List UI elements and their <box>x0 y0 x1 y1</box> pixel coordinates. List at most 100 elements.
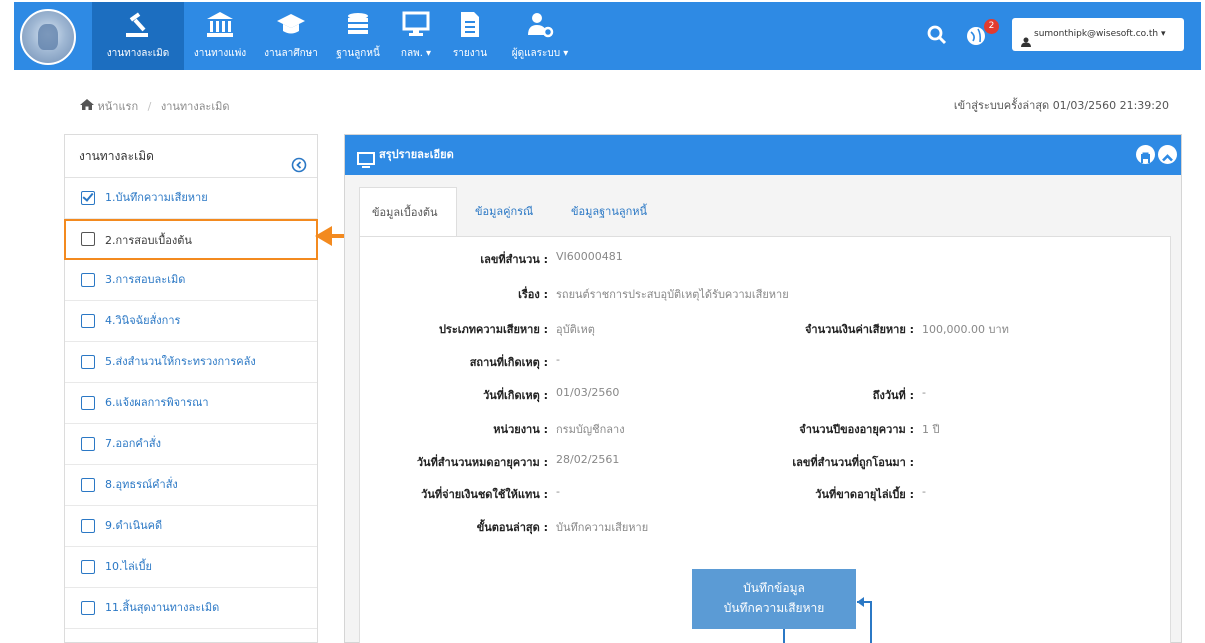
nav-label: ฐานลูกหนี้ <box>336 48 380 59</box>
nav-label: งานทางแพ่ง <box>193 48 247 59</box>
subject-value: รถยนต์ราชการประสบอุบัติเหตุได้รับความเสี… <box>556 288 789 301</box>
recourse-label: วันที่ขาดอายุไล่เบี้ย : <box>815 488 914 501</box>
place-label: สถานที่เกิดเหตุ : <box>469 356 548 369</box>
nav-item-study-leave[interactable]: งานลาศึกษา <box>258 2 324 70</box>
checkbox[interactable] <box>81 273 95 287</box>
collapse-up-icon[interactable] <box>1158 145 1177 164</box>
summary-panel-title: สรุปรายละเอียด <box>379 148 454 161</box>
user-email: sumonthipk@wisesoft.co.th ▾ <box>1034 29 1166 39</box>
years-value: 1 ปี <box>922 423 940 436</box>
tab-debtor-data[interactable]: ข้อมูลฐานลูกหนี้ <box>559 187 659 237</box>
expiry-value: 28/02/2561 <box>556 453 620 466</box>
sidebar-item-issue-order[interactable]: 7.ออกคำสั่ง <box>65 424 317 465</box>
sidebar-item-label: 8.อุทธรณ์คำสั่ง <box>105 478 178 491</box>
checkbox[interactable] <box>81 601 95 615</box>
tab-counterparty[interactable]: ข้อมูลคู่กรณี <box>463 187 545 237</box>
nav-label: งานลาศึกษา <box>264 48 318 59</box>
search-icon[interactable] <box>926 24 948 46</box>
flow-arrow <box>857 597 864 607</box>
checkbox-checked[interactable] <box>81 191 95 205</box>
nav-item-kolp-menu[interactable]: กลพ. ▾ <box>390 2 442 70</box>
sidebar-item-notify-result[interactable]: 6.แจ้งผลการพิจารณา <box>65 383 317 424</box>
sidebar-item-label: 2.การสอบเบื้องต้น <box>105 234 192 247</box>
page: งานทางละเมิด งานทางแพ่ง งานลาศึกษา ฐานลู… <box>0 0 1205 643</box>
nav-item-admin-menu[interactable]: ผู้ดูแลระบบ ▾ <box>498 2 582 70</box>
damage-amount-label: จำนวนเงินค่าเสียหาย : <box>804 323 914 336</box>
date-value: 01/03/2560 <box>556 386 620 399</box>
damage-type-label: ประเภทความเสียหาย : <box>438 323 548 336</box>
place-value: - <box>556 353 560 366</box>
expiry-label: วันที่สำนวนหมดอายุความ : <box>416 456 548 469</box>
sidebar-item-label: 4.วินิจฉัยสั่งการ <box>105 314 181 327</box>
print-icon[interactable] <box>1136 145 1155 164</box>
monitor-icon <box>357 146 375 168</box>
sidebar-item-damage-record[interactable]: 1.บันทึกความเสียหาย <box>65 178 317 219</box>
sidebar-item-tort-investigation[interactable]: 3.การสอบละเมิด <box>65 260 317 301</box>
transfer-label: เลขที่สำนวนที่ถูกโอนมา : <box>792 456 914 469</box>
flow-connector <box>870 601 872 643</box>
sidebar-title: งานทางละเมิด <box>79 149 154 163</box>
sidebar-item-label: 10.ไล่เบี้ย <box>105 560 152 573</box>
notification-badge: 2 <box>984 19 999 34</box>
sidebar-item-send-to-ministry[interactable]: 5.ส่งสำนวนให้กระทรวงการคลัง <box>65 342 317 383</box>
checkbox[interactable] <box>81 478 95 492</box>
flow-step-box: บันทึกข้อมูล บันทึกความเสียหาย <box>692 569 856 629</box>
graduation-cap-icon <box>258 2 324 38</box>
years-label: จำนวนปีของอายุความ : <box>799 423 914 436</box>
gavel-icon <box>92 2 184 38</box>
user-menu-button[interactable]: sumonthipk@wisesoft.co.th ▾ <box>1012 18 1184 51</box>
to-date-value: - <box>922 386 926 399</box>
sidebar-item-label: 1.บันทึกความเสียหาย <box>105 191 208 204</box>
agency-label: หน่วยงาน : <box>493 423 548 436</box>
document-icon <box>446 2 494 38</box>
monitor-icon <box>390 2 442 38</box>
payment-label: วันที่จ่ายเงินชดใช้ให้แทน : <box>421 488 548 501</box>
sidebar-item-label: 3.การสอบละเมิด <box>105 273 186 286</box>
sidebar-item-appeal[interactable]: 8.อุทธรณ์คำสั่ง <box>65 465 317 506</box>
agency-value: กรมบัญชีกลาง <box>556 423 625 436</box>
subject-label: เรื่อง : <box>518 288 548 301</box>
nav-item-debtors[interactable]: ฐานลูกหนี้ <box>330 2 386 70</box>
nav-item-tort[interactable]: งานทางละเมิด <box>92 2 184 70</box>
coins-icon <box>330 2 386 38</box>
to-date-label: ถึงวันที่ : <box>872 389 914 402</box>
flow-connector <box>783 629 785 643</box>
date-label: วันที่เกิดเหตุ : <box>483 389 548 402</box>
checkbox[interactable] <box>81 437 95 451</box>
checkbox[interactable] <box>81 232 95 246</box>
case-no-label: เลขที่สำนวน : <box>480 253 548 266</box>
top-navbar: งานทางละเมิด งานทางแพ่ง งานลาศึกษา ฐานลู… <box>14 2 1201 70</box>
step-value: บันทึกความเสียหาย <box>556 521 649 534</box>
sidebar-item-preliminary-investigation[interactable]: 2.การสอบเบื้องต้น <box>64 219 318 260</box>
flow-step-line2: บันทึกความเสียหาย <box>723 601 825 615</box>
flow-step-line1: บันทึกข้อมูล <box>743 581 805 595</box>
sidebar-item-recourse[interactable]: 10.ไล่เบี้ย <box>65 547 317 588</box>
checkbox[interactable] <box>81 519 95 533</box>
nav-item-reports[interactable]: รายงาน <box>446 2 494 70</box>
nav-label: กลพ. ▾ <box>400 48 432 59</box>
payment-value: - <box>556 485 560 498</box>
organization-logo[interactable] <box>20 9 76 65</box>
breadcrumb: หน้าแรก / งานทางละเมิด <box>80 97 230 115</box>
nav-item-civil[interactable]: งานทางแพ่ง <box>188 2 252 70</box>
bank-icon <box>188 2 252 38</box>
nav-label: งานทางละเมิด <box>106 48 170 59</box>
sidebar-panel: งานทางละเมิด 1.บันทึกความเสียหาย 2.การสอ… <box>64 134 318 643</box>
checkbox[interactable] <box>81 355 95 369</box>
tab-basic-info[interactable]: ข้อมูลเบื้องต้น <box>359 187 457 237</box>
sidebar-item-litigation[interactable]: 9.ดำเนินคดี <box>65 506 317 547</box>
damage-amount-value: 100,000.00 บาท <box>922 323 1009 336</box>
nav-label: ผู้ดูแลระบบ ▾ <box>511 48 569 59</box>
damage-type-value: อุบัติเหตุ <box>556 323 595 336</box>
sidebar-item-close-case[interactable]: 11.สิ้นสุดงานทางละเมิด <box>65 588 317 629</box>
checkbox[interactable] <box>81 396 95 410</box>
collapse-icon[interactable] <box>291 148 307 173</box>
user-icon <box>1021 29 1031 47</box>
summary-panel: สรุปรายละเอียด ข้อมูลเบื้องต้น ข้อมูลคู่… <box>344 134 1182 643</box>
checkbox[interactable] <box>81 560 95 574</box>
checkbox[interactable] <box>81 314 95 328</box>
sidebar-item-decision[interactable]: 4.วินิจฉัยสั่งการ <box>65 301 317 342</box>
sidebar-item-label: 6.แจ้งผลการพิจารณา <box>105 396 209 409</box>
home-icon[interactable] <box>80 99 98 113</box>
breadcrumb-home-link[interactable]: หน้าแรก <box>98 100 139 113</box>
